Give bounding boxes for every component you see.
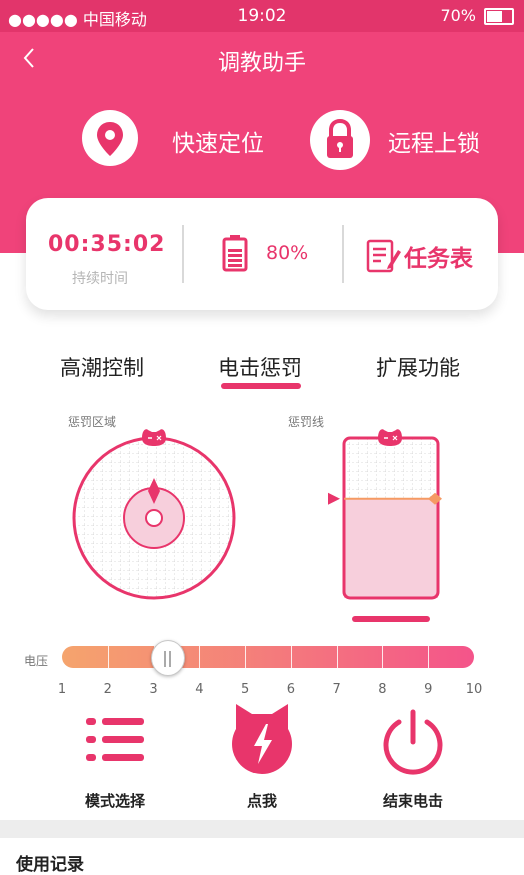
slider-tick-label: 6 [286,682,296,697]
stats-card: 00:35:02 持续时间 80% 任务表 [26,198,498,310]
quick-locate-button[interactable]: 快速定位 [82,110,272,170]
power-icon [383,709,443,775]
padlock-icon [310,110,370,170]
slider-tick-label: 9 [424,682,433,697]
slider-tick [290,646,292,668]
slider-tick-label: 2 [103,682,112,697]
duration-timer: 00:35:02 [48,232,166,257]
battery-bar [228,249,242,252]
duration-label: 持续时间 [72,271,128,287]
shock-now-button[interactable] [226,700,298,780]
voltage-label: 电压 [24,654,49,668]
end-shock-button[interactable] [380,708,446,778]
mode-select-button[interactable] [80,706,150,782]
slider-tick-label: 7 [332,682,341,697]
slider-tick [336,646,338,668]
battery-percent: 70% [440,6,476,25]
slider-tick-label: 4 [195,682,204,697]
slider-tick-label: 1 [57,682,67,697]
battery-level-icon [222,234,248,276]
task-list-button[interactable]: 任务表 [404,239,473,273]
location-pin-icon [82,110,138,166]
page-title: 调教助手 [217,51,306,76]
slider-tick [245,646,247,668]
quick-locate-label: 快速定位 [172,131,264,157]
punish-line-label: 惩罚线 [288,415,325,429]
active-tab-indicator [221,383,301,389]
shock-now-label: 点我 [246,792,277,810]
slider-tick-label: 3 [149,682,158,697]
battery-bar [228,264,242,267]
mode-select-label: 模式选择 [84,792,145,810]
lightning-cat-icon [232,704,292,774]
remote-lock-label: 远程上锁 [388,131,480,157]
slider-tick-label: 10 [465,682,483,697]
slider-tick [107,646,109,668]
tab-orgasm-control[interactable]: 高潮控制 [60,352,144,382]
punish-line-control[interactable] [322,426,452,634]
usage-records-title[interactable]: 使用记录 [16,850,84,875]
battery-bar [228,254,242,257]
list-icon [86,718,144,761]
slider-tick [428,646,430,668]
voltage-slider-thumb[interactable] [151,640,186,676]
slider-tick [382,646,384,668]
section-separator [0,820,524,838]
remote-lock-button[interactable]: 远程上锁 [310,110,500,170]
card-divider [342,225,344,283]
battery-percentage: 80% [266,242,309,264]
slider-tick [199,646,201,668]
battery-icon [484,8,514,25]
slider-tick-label: 8 [378,682,387,697]
battery-bar [228,259,242,262]
status-bar: ●●●●● 中国移动 19:02 70% [0,0,524,32]
punish-zone-control[interactable] [66,426,242,610]
card-divider [182,225,184,283]
slider-tick-label: 5 [240,682,250,697]
tab-shock-punish[interactable]: 电击惩罚 [218,352,302,382]
end-shock-label: 结束电击 [382,792,443,810]
voltage-slider-track[interactable] [62,646,474,668]
tab-extensions[interactable]: 扩展功能 [376,352,460,382]
task-list-icon [366,238,402,278]
